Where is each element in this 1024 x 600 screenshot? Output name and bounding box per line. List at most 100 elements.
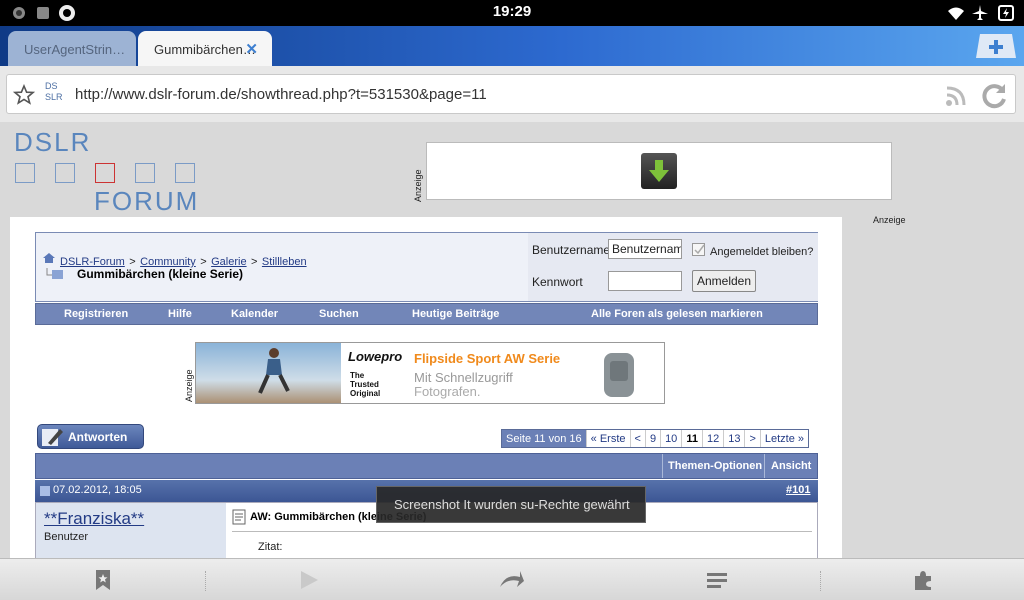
banner-subline-2: Fotografen. <box>414 384 481 399</box>
top-ad-box[interactable] <box>426 142 892 200</box>
tab-label: UserAgentStrin… <box>24 42 126 57</box>
post-user-role: Benutzer <box>44 531 89 543</box>
post-date: 07.02.2012, 18:05 <box>53 484 142 496</box>
divider <box>232 531 812 532</box>
toast-message: Screenshot It wurden su-Rechte gewährt <box>376 486 646 523</box>
clock: 19:29 <box>492 3 532 20</box>
page-link[interactable]: 12 <box>703 430 725 447</box>
post-user-pane: **Franziska** Benutzer <box>36 503 226 558</box>
nav-mark-all-read[interactable]: Alle Foren als gelesen markieren <box>591 308 763 320</box>
bookmarks-icon[interactable] <box>92 569 114 591</box>
nav-suchen[interactable]: Suchen <box>319 308 359 320</box>
remember-checkbox[interactable] <box>692 243 705 256</box>
forum-home-icon <box>43 253 55 263</box>
extensions-icon[interactable] <box>912 569 934 591</box>
logo-square <box>135 163 155 183</box>
menu-icon[interactable] <box>706 569 728 591</box>
reload-icon[interactable] <box>979 81 1009 111</box>
tab-gummibaerchen[interactable]: Gummibärchen… ✕ <box>138 31 272 66</box>
post-number-link[interactable]: #101 <box>786 484 810 496</box>
bookmark-star-icon[interactable] <box>13 84 35 106</box>
thread-title: Gummibärchen (kleine Serie) <box>77 267 244 281</box>
logo-square <box>55 163 75 183</box>
back-icon[interactable] <box>498 569 524 591</box>
page-label: Seite 11 von 16 <box>502 430 587 447</box>
page-link[interactable]: 9 <box>646 430 662 447</box>
remember-label: Angemeldet bleiben? <box>710 246 814 258</box>
logo-square <box>95 163 115 183</box>
password-input[interactable] <box>608 271 682 291</box>
logo-square <box>15 163 35 183</box>
breadcrumb-stillleben[interactable]: Stillleben <box>262 256 307 268</box>
favicon-line: DS <box>45 81 58 91</box>
divider <box>662 454 663 478</box>
page-next[interactable]: > <box>745 430 761 447</box>
quote-label: Zitat: <box>258 541 283 553</box>
banner-ad-label: Anzeige <box>184 369 194 402</box>
favicon-line: SLR <box>45 92 63 102</box>
new-tab-icon[interactable] <box>974 32 1018 60</box>
page-link[interactable]: 10 <box>661 430 683 447</box>
thread-folder-icon <box>46 268 63 279</box>
thread-options-menu[interactable]: Themen-Optionen <box>668 460 762 472</box>
side-ad-label: Anzeige <box>873 215 906 225</box>
post-document-icon <box>232 509 246 525</box>
rss-feed-icon[interactable] <box>945 85 967 107</box>
reply-pencil-icon <box>42 429 63 446</box>
forward-icon[interactable] <box>298 569 320 591</box>
page-current: 11 <box>682 430 703 447</box>
logo-forum: FORUM <box>94 186 200 216</box>
password-label: Kennwort <box>532 275 583 289</box>
nav-hilfe[interactable]: Hilfe <box>168 308 192 320</box>
pagination: Seite 11 von 16 « Erste <9 10 11 12 13 > Letzte … <box>501 429 810 448</box>
banner-subline: Mit Schnellzugriff <box>414 370 513 385</box>
post-username[interactable]: **Franziska** <box>44 509 144 529</box>
thread-header-bar: Themen-Optionen Ansicht <box>35 453 818 479</box>
forum-navbar: Registrieren Hilfe Kalender Suchen Heuti… <box>35 303 818 325</box>
site-favicon: DS SLR <box>45 81 65 105</box>
breadcrumb: DSLR-Forum > Community > Galerie > Still… <box>36 233 528 301</box>
address-bar-area: DS SLR http://www.dslr-forum.de/showthre… <box>0 66 1024 122</box>
divider <box>205 571 206 591</box>
username-label: Benutzername <box>532 243 611 257</box>
backpack-product-icon <box>604 353 634 397</box>
airplane-mode-icon <box>972 5 988 20</box>
username-input[interactable]: Benutzernam <box>608 239 682 259</box>
banner-ad[interactable]: Lowepro The Trusted Original Flipside Sp… <box>195 342 665 404</box>
nav-kalender[interactable]: Kalender <box>231 308 278 320</box>
page-prev[interactable]: < <box>631 430 646 447</box>
tab-useragent[interactable]: UserAgentStrin… <box>8 31 136 66</box>
view-menu[interactable]: Ansicht <box>771 460 811 472</box>
browser-bottom-bar <box>0 558 1024 600</box>
browser-tab-bar: UserAgentStrin… Gummibärchen… ✕ <box>0 26 1024 66</box>
login-button[interactable]: Anmelden <box>692 270 756 292</box>
post-status-icon <box>40 486 50 496</box>
divider <box>764 454 765 478</box>
nav-heutige-beitraege[interactable]: Heutige Beiträge <box>412 308 499 320</box>
banner-headline: Flipside Sport AW Serie <box>414 351 561 366</box>
logo-square <box>175 163 195 183</box>
page-first[interactable]: « Erste <box>587 430 631 447</box>
url-text[interactable]: http://www.dslr-forum.de/showthread.php?… <box>75 86 487 103</box>
runner-figure <box>258 348 290 394</box>
status-bar: 19:29 <box>0 0 1024 26</box>
close-tab-icon[interactable]: ✕ <box>245 40 258 58</box>
lowepro-logo: Lowepro <box>348 349 403 364</box>
address-bar[interactable]: DS SLR http://www.dslr-forum.de/showthre… <box>6 74 1016 114</box>
divider <box>820 571 821 591</box>
nav-registrieren[interactable]: Registrieren <box>64 308 128 320</box>
page-last[interactable]: Letzte » <box>761 430 808 447</box>
header-box: DSLR-Forum > Community > Galerie > Still… <box>35 232 818 302</box>
page-link[interactable]: 13 <box>724 430 746 447</box>
lowepro-tagline: The Trusted Original <box>350 371 381 398</box>
runner-photo <box>196 343 341 403</box>
wifi-icon <box>948 7 964 20</box>
download-button[interactable] <box>641 153 677 189</box>
download-arrow-icon <box>649 160 669 182</box>
logo-dslr: DSLR <box>14 127 92 157</box>
tab-label: Gummibärchen… <box>154 42 256 57</box>
battery-charging-icon <box>998 5 1014 21</box>
ad-label: Anzeige <box>413 169 423 202</box>
breadcrumb-sep: > <box>251 256 258 268</box>
login-panel: Benutzername Benutzernam Angemeldet blei… <box>528 233 818 301</box>
